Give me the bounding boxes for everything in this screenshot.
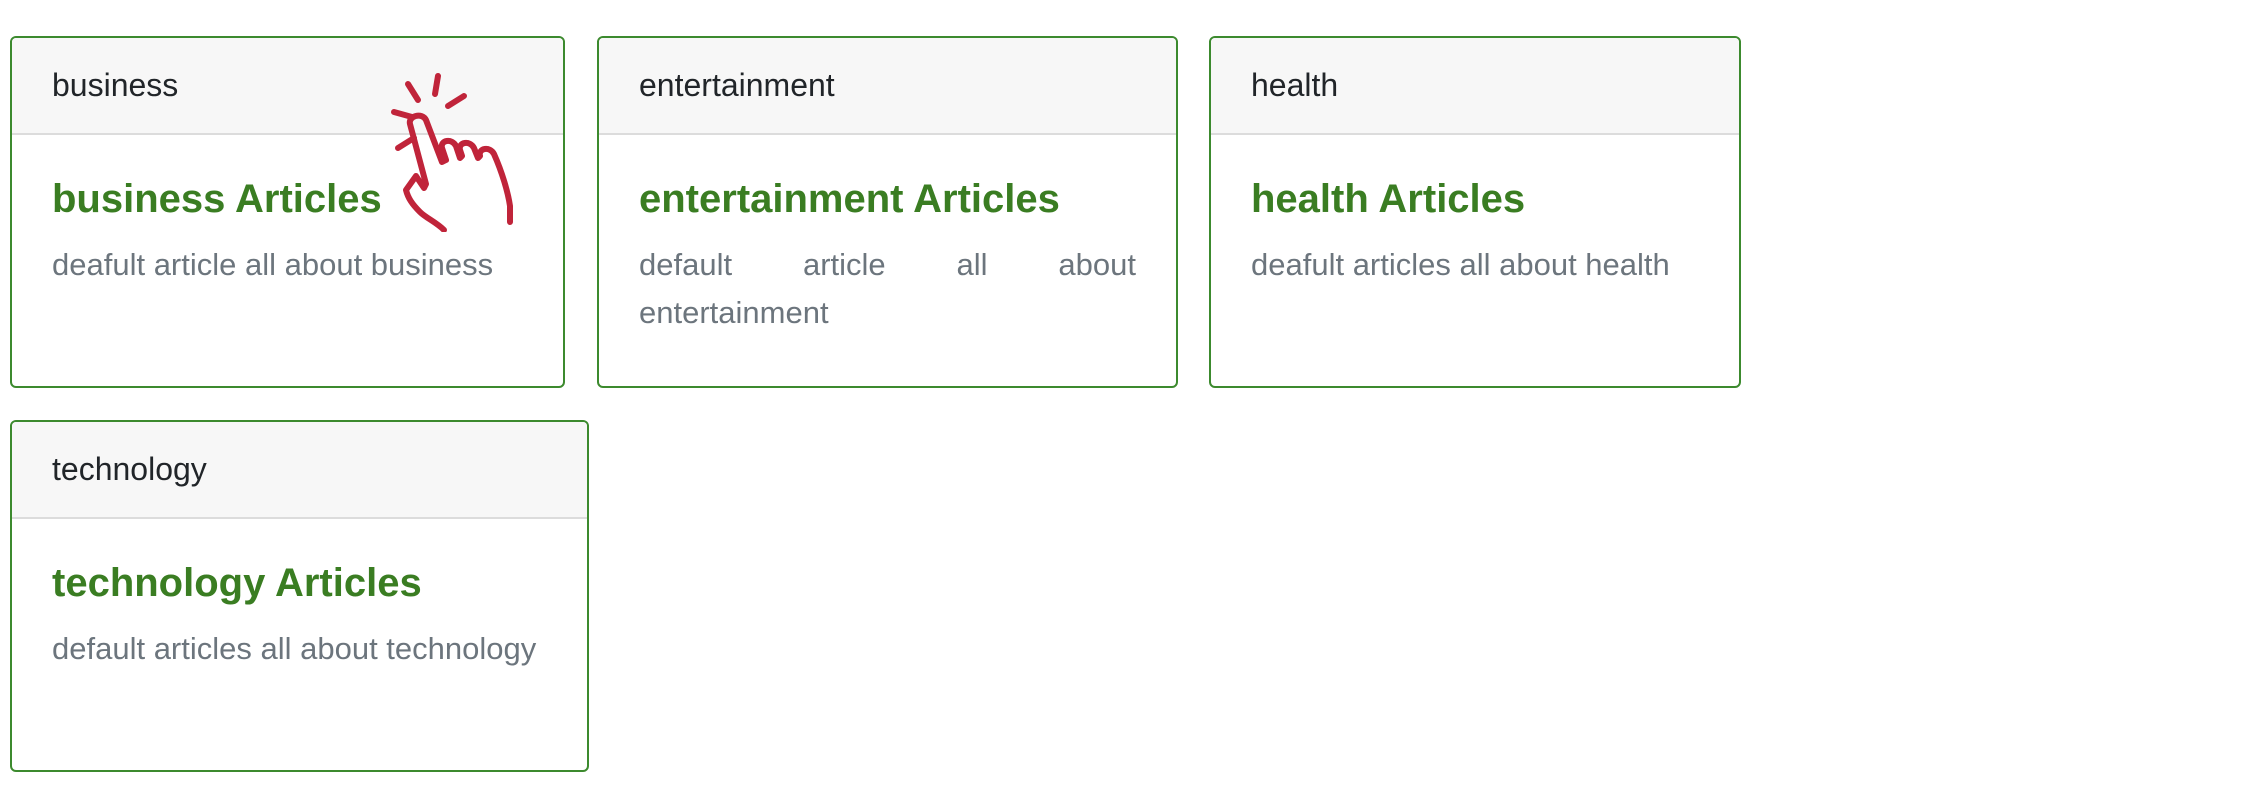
- card-description: deafult article all about business: [52, 247, 494, 282]
- category-card-technology[interactable]: technology technology Articles default a…: [10, 420, 589, 772]
- card-body: entertainment Articles default article a…: [599, 175, 1176, 337]
- card-title[interactable]: business Articles: [52, 175, 523, 223]
- card-header: health: [1211, 38, 1739, 135]
- card-header: technology: [12, 422, 587, 519]
- card-body: business Articles deafult article all ab…: [12, 175, 563, 289]
- category-card-health[interactable]: health health Articles deafult articles …: [1209, 36, 1741, 388]
- card-body: health Articles deafult articles all abo…: [1211, 175, 1739, 289]
- card-title[interactable]: health Articles: [1251, 175, 1699, 223]
- card-title[interactable]: technology Articles: [52, 559, 547, 607]
- card-header: entertainment: [599, 38, 1176, 135]
- card-description: default article all about entertainment: [639, 247, 1136, 330]
- card-header: business: [12, 38, 563, 135]
- card-body: technology Articles default articles all…: [12, 559, 587, 673]
- card-description: default articles all about technology: [52, 631, 537, 666]
- card-title[interactable]: entertainment Articles: [639, 175, 1136, 223]
- card-description: deafult articles all about health: [1251, 247, 1670, 282]
- category-card-business[interactable]: business business Articles deafult artic…: [10, 36, 565, 388]
- category-card-entertainment[interactable]: entertainment entertainment Articles def…: [597, 36, 1178, 388]
